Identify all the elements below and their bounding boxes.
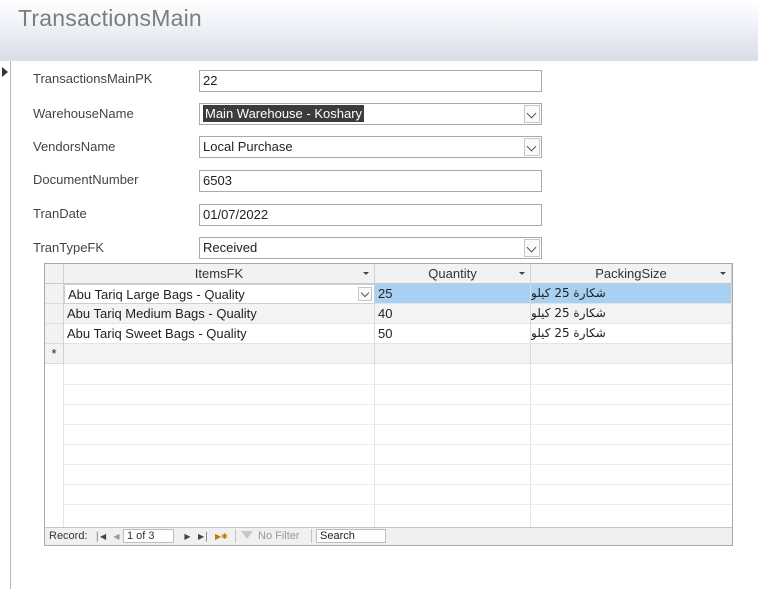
cell-value: 25 bbox=[378, 286, 393, 301]
grid-line bbox=[64, 404, 732, 405]
row-selector[interactable] bbox=[45, 304, 64, 324]
tran-type-dropdown-button[interactable] bbox=[524, 239, 540, 257]
cell-value: Abu Tariq Sweet Bags - Quality bbox=[67, 326, 247, 341]
table-cell-quantity[interactable]: 40 bbox=[375, 304, 531, 324]
grid-line bbox=[64, 384, 732, 385]
table-cell-itemsfk[interactable]: Abu Tariq Sweet Bags - Quality bbox=[64, 324, 375, 344]
current-record-box[interactable]: 1 of 3 bbox=[123, 529, 174, 543]
table-cell-itemsfk[interactable]: Abu Tariq Medium Bags - Quality bbox=[64, 304, 375, 324]
chevron-down-icon bbox=[360, 288, 370, 298]
cell-value: شكارة 25 كيلو bbox=[531, 306, 606, 320]
document-number-value: 6503 bbox=[203, 173, 232, 188]
new-row-cell-packingsize[interactable] bbox=[531, 344, 732, 364]
column-header-quantity[interactable]: Quantity bbox=[375, 264, 531, 284]
cell-value: شكارة 25 كيلو bbox=[531, 326, 606, 340]
warehouse-name-combo[interactable]: Main Warehouse - Koshary bbox=[199, 103, 542, 125]
tran-type-combo[interactable]: Received bbox=[199, 237, 542, 259]
nav-separator bbox=[235, 529, 236, 543]
column-header-itemsfk[interactable]: ItemsFK bbox=[64, 264, 375, 284]
cell-value: 40 bbox=[378, 306, 393, 321]
new-record-icon[interactable]: ▶✱ bbox=[215, 532, 228, 541]
chevron-down-icon bbox=[526, 141, 537, 152]
last-record-icon[interactable]: ▶│ bbox=[198, 532, 209, 541]
table-cell-packingsize[interactable]: شكارة 25 كيلو bbox=[531, 324, 732, 344]
warehouse-dropdown-button[interactable] bbox=[524, 105, 540, 123]
first-record-icon[interactable]: │◀ bbox=[95, 532, 106, 541]
cell-value: Abu Tariq Large Bags - Quality bbox=[68, 287, 245, 302]
warehouse-name-value: Main Warehouse - Koshary bbox=[203, 105, 365, 122]
label-vendors-name: VendorsName bbox=[33, 139, 116, 154]
label-tran-date: TranDate bbox=[33, 206, 87, 221]
grid-line bbox=[64, 424, 732, 425]
label-transactions-main-pk: TransactionsMainPK bbox=[33, 71, 153, 86]
cell-value: شكارة 25 كيلو bbox=[531, 286, 606, 300]
record-selector[interactable] bbox=[0, 61, 11, 589]
table-cell-packingsize[interactable]: شكارة 25 كيلو bbox=[531, 304, 732, 324]
chevron-down-icon bbox=[526, 242, 537, 253]
form-title: TransactionsMain bbox=[18, 5, 202, 31]
row-selector[interactable] bbox=[45, 324, 64, 344]
tran-date-value: 01/07/2022 bbox=[203, 207, 269, 222]
document-number-field[interactable]: 6503 bbox=[199, 170, 542, 192]
item-dropdown-button[interactable] bbox=[358, 287, 372, 301]
new-row-cell-itemsfk[interactable] bbox=[64, 344, 375, 364]
tran-type-value: Received bbox=[203, 240, 258, 255]
grid-line bbox=[64, 484, 732, 485]
items-subform[interactable]: ItemsFK Quantity PackingSize Abu Tariq L… bbox=[44, 263, 733, 546]
record-label: Record: bbox=[49, 530, 88, 542]
table-cell-quantity[interactable]: 50 bbox=[375, 324, 531, 344]
chevron-down-icon bbox=[526, 108, 537, 119]
grid-line bbox=[64, 444, 732, 445]
cell-value: Abu Tariq Medium Bags - Quality bbox=[67, 306, 257, 321]
vendors-name-combo[interactable]: Local Purchase bbox=[199, 136, 542, 158]
current-record-arrow-icon bbox=[2, 67, 8, 77]
filter-icon bbox=[241, 531, 253, 539]
select-all-corner[interactable] bbox=[45, 264, 64, 284]
transactions-main-pk-value: 22 bbox=[203, 73, 218, 88]
column-header-label: PackingSize bbox=[595, 266, 667, 281]
vendors-dropdown-button[interactable] bbox=[524, 138, 540, 156]
grid-line bbox=[64, 464, 732, 465]
vendors-name-value: Local Purchase bbox=[203, 139, 293, 154]
column-menu-icon[interactable] bbox=[519, 272, 525, 275]
column-header-label: Quantity bbox=[428, 266, 477, 281]
column-header-label: ItemsFK bbox=[194, 266, 244, 281]
transactions-main-pk-field[interactable]: 22 bbox=[199, 70, 542, 92]
column-header-packingsize[interactable]: PackingSize bbox=[531, 264, 732, 284]
table-cell-packingsize[interactable]: شكارة 25 كيلو bbox=[531, 284, 732, 304]
new-record-selector[interactable]: * bbox=[45, 344, 64, 364]
record-navigation-bar: Record: │◀ ◀ 1 of 3 ▶ ▶│ ▶✱ No Filter Se… bbox=[45, 527, 732, 545]
nav-separator bbox=[311, 529, 312, 543]
new-row-cell-quantity[interactable] bbox=[375, 344, 531, 364]
label-document-number: DocumentNumber bbox=[33, 172, 139, 187]
previous-record-icon[interactable]: ◀ bbox=[112, 532, 121, 541]
row-selector[interactable] bbox=[45, 284, 64, 304]
label-tran-type-fk: TranTypeFK bbox=[33, 240, 105, 255]
cell-value: 50 bbox=[378, 326, 393, 341]
label-warehouse-name: WarehouseName bbox=[33, 106, 134, 121]
grid-line bbox=[64, 504, 732, 505]
tran-date-field[interactable]: 01/07/2022 bbox=[199, 204, 542, 226]
column-menu-icon[interactable] bbox=[363, 272, 369, 275]
column-menu-icon[interactable] bbox=[720, 272, 726, 275]
filter-toggle[interactable]: No Filter bbox=[241, 529, 300, 543]
search-input[interactable]: Search bbox=[316, 529, 386, 543]
table-cell-itemsfk[interactable]: Abu Tariq Large Bags - Quality bbox=[64, 284, 375, 304]
table-cell-quantity[interactable]: 25 bbox=[375, 284, 531, 304]
next-record-icon[interactable]: ▶ bbox=[183, 532, 192, 541]
